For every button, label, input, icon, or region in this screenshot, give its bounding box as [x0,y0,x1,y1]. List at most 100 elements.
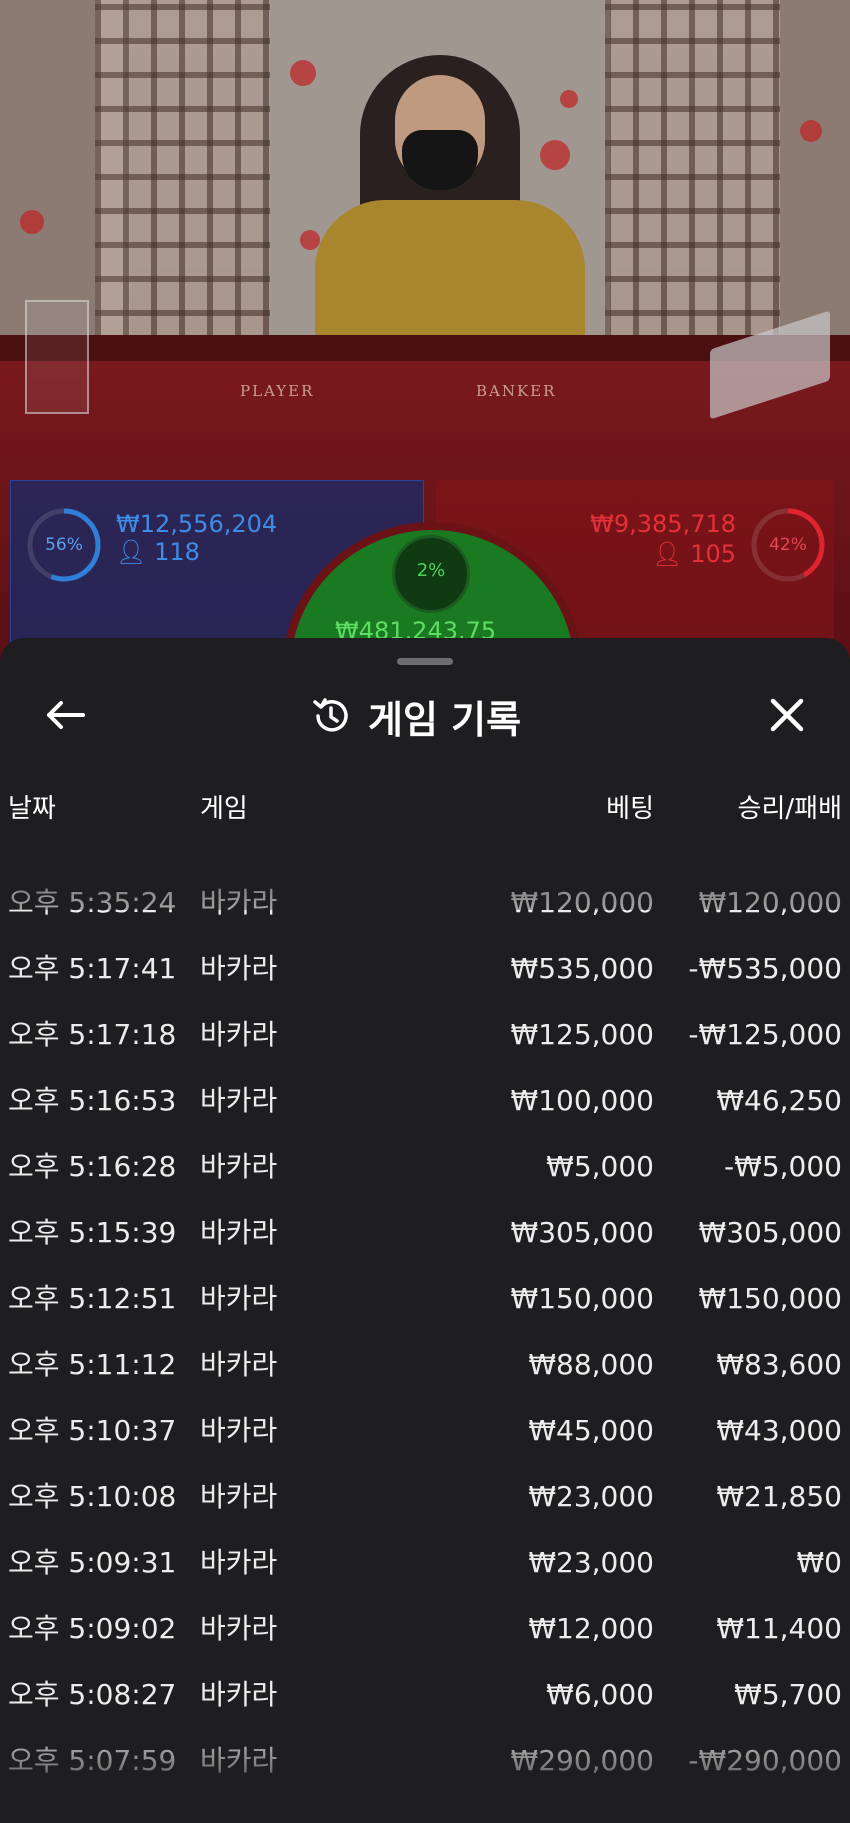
history-row[interactable]: 오후 5:16:28 바카라 ₩5,000 -₩5,000 [0,1134,850,1200]
row-date: 오후 5:35:24 [8,886,177,919]
row-date: 오후 5:10:37 [8,1414,177,1447]
row-game: 바카라 [200,1348,278,1381]
row-result: -₩535,000 [688,952,842,985]
row-game: 바카라 [200,1150,278,1183]
blossom [800,120,822,142]
row-bet: ₩150,000 [510,1282,654,1315]
row-bet: ₩23,000 [528,1546,654,1579]
arrow-left-icon [47,701,85,729]
column-header-bet: 베팅 [606,794,654,824]
sheet-title: 게임 기록 [368,697,522,742]
row-game: 바카라 [200,1678,278,1711]
history-row[interactable]: 오후 5:17:18 바카라 ₩125,000 -₩125,000 [0,1002,850,1068]
row-bet: ₩120,000 [510,886,654,919]
card-holder [25,300,89,414]
history-row[interactable]: 오후 5:35:24 바카라 ₩120,000 ₩120,000 [0,870,850,936]
player-amount: ₩12,556,204 [116,510,278,538]
row-date: 오후 5:17:18 [8,1018,177,1051]
history-row[interactable]: 오후 5:09:31 바카라 ₩23,000 ₩0 [0,1530,850,1596]
row-date: 오후 5:08:27 [8,1678,177,1711]
row-bet: ₩125,000 [510,1018,654,1051]
history-row[interactable]: 오후 5:12:51 바카라 ₩150,000 ₩150,000 [0,1266,850,1332]
row-game: 바카라 [200,1546,278,1579]
row-bet: ₩5,000 [546,1150,654,1183]
close-icon [770,698,804,732]
column-header-game: 게임 [200,794,248,824]
row-date: 오후 5:12:51 [8,1282,177,1315]
row-result: ₩43,000 [716,1414,842,1447]
close-button[interactable] [762,690,812,740]
blossom [540,140,570,170]
history-row[interactable]: 오후 5:09:02 바카라 ₩12,000 ₩11,400 [0,1596,850,1662]
history-row[interactable]: 오후 5:10:37 바카라 ₩45,000 ₩43,000 [0,1398,850,1464]
history-row[interactable]: 오후 5:10:08 바카라 ₩23,000 ₩21,850 [0,1464,850,1530]
row-game: 바카라 [200,1018,278,1051]
backdrop-screen [780,0,850,350]
row-bet: ₩290,000 [510,1744,654,1777]
player-percent: 56% [45,535,83,555]
row-game: 바카라 [200,1414,278,1447]
history-row[interactable]: 오후 5:08:27 바카라 ₩6,000 ₩5,700 [0,1662,850,1728]
row-bet: ₩23,000 [528,1480,654,1513]
row-result: ₩120,000 [698,886,842,919]
banker-amount: ₩9,385,718 [590,510,736,538]
sheet-drag-handle[interactable] [397,658,453,665]
row-result: ₩11,400 [716,1612,842,1645]
row-date: 오후 5:15:39 [8,1216,177,1249]
row-result: ₩83,600 [716,1348,842,1381]
banker-count-value: 105 [690,540,736,568]
row-result: -₩125,000 [688,1018,842,1051]
row-game: 바카라 [200,952,278,985]
back-button[interactable] [40,690,90,740]
person-icon: 👤︎ [116,538,147,566]
row-game: 바카라 [200,1480,278,1513]
blossom [20,210,44,234]
row-result: -₩5,000 [724,1150,842,1183]
row-result: ₩305,000 [698,1216,842,1249]
row-date: 오후 5:11:12 [8,1348,177,1381]
tie-percent: 2% [416,560,446,581]
player-count-value: 118 [154,538,200,566]
row-date: 오후 5:09:31 [8,1546,177,1579]
table-label-player: PLAYER [240,382,315,400]
table-label-banker: BANKER [476,382,557,400]
row-result: ₩0 [796,1546,843,1579]
row-result: ₩150,000 [698,1282,842,1315]
row-bet: ₩535,000 [510,952,654,985]
blossom [300,230,320,250]
row-date: 오후 5:16:28 [8,1150,177,1183]
banker-count: 👤︎ 105 [652,540,736,568]
row-date: 오후 5:16:53 [8,1084,177,1117]
row-bet: ₩88,000 [528,1348,654,1381]
history-row[interactable]: 오후 5:16:53 바카라 ₩100,000 ₩46,250 [0,1068,850,1134]
history-row[interactable]: 오후 5:17:41 바카라 ₩535,000 -₩535,000 [0,936,850,1002]
history-icon [313,698,348,732]
row-bet: ₩100,000 [510,1084,654,1117]
banker-percent: 42% [769,535,807,555]
player-count: 👤︎ 118 [116,538,200,566]
row-bet: ₩45,000 [528,1414,654,1447]
game-history-sheet: 게임 기록 날짜 게임 베팅 승리/패배 오후 5:35:24 바카라 ₩120,0… [0,638,850,1823]
row-date: 오후 5:07:59 [8,1744,177,1777]
row-bet: ₩6,000 [546,1678,654,1711]
row-date: 오후 5:17:41 [8,952,177,985]
history-row[interactable]: 오후 5:15:39 바카라 ₩305,000 ₩305,000 [0,1200,850,1266]
row-game: 바카라 [200,1612,278,1645]
row-game: 바카라 [200,886,278,919]
history-row[interactable]: 오후 5:11:12 바카라 ₩88,000 ₩83,600 [0,1332,850,1398]
history-row[interactable]: 오후 5:07:59 바카라 ₩290,000 -₩290,000 [0,1728,850,1794]
row-bet: ₩12,000 [528,1612,654,1645]
backdrop-lattice [95,0,270,350]
column-header-date: 날짜 [8,794,56,824]
blossom [290,60,316,86]
row-bet: ₩305,000 [510,1216,654,1249]
blossom [560,90,578,108]
row-result: ₩5,700 [734,1678,842,1711]
row-result: ₩46,250 [716,1084,842,1117]
person-icon: 👤︎ [652,540,683,568]
backdrop-lattice [605,0,780,350]
row-date: 오후 5:09:02 [8,1612,177,1645]
sheet-header: 게임 기록 [310,686,521,746]
row-result: -₩290,000 [688,1744,842,1777]
column-header-result: 승리/패배 [737,794,842,824]
